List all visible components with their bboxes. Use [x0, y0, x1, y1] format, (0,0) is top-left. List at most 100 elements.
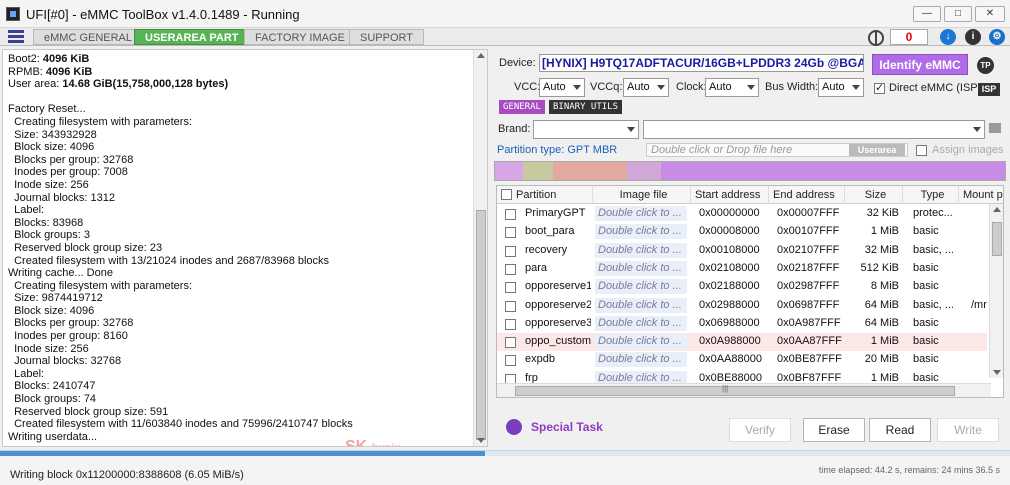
row-checkbox[interactable]: [505, 337, 516, 349]
clock-select[interactable]: Auto: [705, 78, 759, 97]
table-row[interactable]: opporeserve3 Double click to ... 0x0698800…: [497, 315, 987, 333]
brand-select[interactable]: [533, 120, 639, 139]
table-vscrollbar[interactable]: [989, 204, 1003, 378]
log-line: Reserved block group size: 23: [8, 241, 163, 254]
log-key: Boot2:: [8, 53, 43, 65]
scroll-thumb[interactable]: [476, 210, 486, 440]
log-scrollbar[interactable]: [473, 50, 487, 446]
gear-icon[interactable]: ⚙: [989, 29, 1005, 45]
partition-type-label: Partition type: GPT MBR: [497, 144, 618, 156]
row-checkbox[interactable]: [505, 318, 516, 330]
log-line: Inodes per group: 7008: [8, 166, 128, 179]
cell-image-file[interactable]: Double click to ...: [595, 352, 687, 368]
cell-image-file[interactable]: Double click to ...: [595, 224, 687, 240]
col-end-address[interactable]: End address: [769, 186, 845, 204]
tab-factory-image[interactable]: FACTORY IMAGE: [244, 29, 356, 45]
scroll-thumb[interactable]: [992, 222, 1002, 256]
vccq-select[interactable]: Auto: [623, 78, 669, 97]
vcc-select[interactable]: Auto: [539, 78, 585, 97]
col-partition[interactable]: Partition: [497, 186, 593, 204]
scroll-down-icon[interactable]: [993, 370, 1001, 375]
cell-image-file[interactable]: Double click to ...: [595, 260, 687, 276]
table-row[interactable]: opporeserve1 Double click to ... 0x0218800…: [497, 278, 987, 296]
write-button[interactable]: Write: [937, 418, 999, 442]
info-icon[interactable]: i: [965, 29, 981, 45]
cell-end-address: 0x02107FFF: [777, 243, 840, 256]
col-size[interactable]: Size: [845, 186, 903, 204]
maximize-button[interactable]: □: [944, 6, 972, 22]
read-button[interactable]: Read: [869, 418, 931, 442]
table-row[interactable]: para Double click to ... 0x02108000 0x02187…: [497, 260, 987, 278]
erase-button[interactable]: Erase: [803, 418, 865, 442]
minimize-button[interactable]: —: [913, 6, 941, 22]
cell-image-file[interactable]: Double click to ...: [595, 315, 687, 331]
cell-type: basic, ...: [913, 298, 954, 311]
table-row[interactable]: oppo_custom Double click to ... 0x0A988000…: [497, 333, 987, 352]
cell-image-file[interactable]: Double click to ...: [595, 279, 687, 295]
log-line: Block size: 4096: [8, 304, 95, 317]
col-type[interactable]: Type: [903, 186, 959, 204]
cell-image-file[interactable]: Double click to ...: [595, 334, 687, 350]
col-mount-point[interactable]: Mount p: [959, 186, 1003, 204]
cell-type: basic: [913, 225, 939, 238]
tp-icon[interactable]: TP: [977, 57, 994, 74]
cell-partition: opporeserve2: [525, 298, 591, 311]
cell-end-address: 0x0A987FFF: [777, 316, 841, 329]
table-row[interactable]: expdb Double click to ... 0x0AA88000 0x0BE8…: [497, 351, 987, 369]
globe-icon[interactable]: [868, 30, 884, 46]
assign-images-checkbox[interactable]: [916, 145, 927, 156]
row-checkbox[interactable]: [505, 282, 516, 294]
row-checkbox[interactable]: [505, 355, 516, 367]
row-checkbox[interactable]: [505, 300, 516, 312]
close-button[interactable]: ✕: [975, 6, 1005, 22]
scroll-thumb[interactable]: |||: [515, 384, 955, 396]
log-line: Blocks: 2410747: [8, 380, 96, 393]
partition-segment[interactable]: [553, 162, 627, 180]
col-start-address[interactable]: Start address: [691, 186, 769, 204]
userarea-badge: Userarea: [849, 144, 905, 156]
direct-emmc-checkbox[interactable]: [874, 81, 885, 94]
row-checkbox[interactable]: [505, 263, 516, 275]
subtab-general[interactable]: GENERAL: [499, 100, 545, 114]
cell-start-address: 0x0AA88000: [699, 353, 762, 366]
partition-segment[interactable]: [627, 162, 661, 180]
tab-emmc-general[interactable]: eMMC GENERAL: [33, 29, 144, 45]
select-all-checkbox[interactable]: [501, 189, 512, 200]
partition-table[interactable]: Partition Image file Start address End a…: [496, 185, 1004, 398]
table-header: Partition Image file Start address End a…: [497, 186, 1003, 204]
model-select[interactable]: [643, 120, 985, 139]
table-row[interactable]: boot_para Double click to ... 0x00008000 0x…: [497, 223, 987, 241]
partition-segment[interactable]: [523, 162, 553, 180]
special-task-button[interactable]: Special Task: [531, 420, 603, 434]
partition-segment[interactable]: [495, 162, 523, 180]
scroll-down-icon[interactable]: [477, 438, 485, 443]
cell-image-file[interactable]: Double click to ...: [595, 206, 687, 221]
table-row[interactable]: recovery Double click to ... 0x00108000 0x0…: [497, 242, 987, 260]
cell-partition: expdb: [525, 353, 555, 366]
tab-support[interactable]: SUPPORT: [349, 29, 424, 45]
tab-userarea-part[interactable]: USERAREA PART: [134, 29, 250, 45]
partition-map-bar[interactable]: [494, 161, 1006, 181]
cell-image-file[interactable]: Double click to ...: [595, 297, 687, 313]
subtab-binary-utils[interactable]: BINARY UTILS: [549, 100, 623, 114]
col-image-file[interactable]: Image file: [593, 186, 691, 204]
folder-icon[interactable]: [989, 123, 1001, 133]
row-checkbox[interactable]: [505, 209, 516, 220]
scroll-up-icon[interactable]: [477, 53, 485, 58]
row-checkbox[interactable]: [505, 227, 516, 239]
bus-width-select[interactable]: Auto: [818, 78, 864, 97]
table-hscrollbar[interactable]: |||: [497, 383, 991, 397]
row-checkbox[interactable]: [505, 245, 516, 257]
device-field[interactable]: [HYNIX] H9TQ17ADFTACUR/16GB+LPDDR3 24Gb …: [539, 54, 864, 72]
table-row[interactable]: PrimaryGPT Double click to ... 0x00000000 0…: [497, 205, 987, 223]
table-row[interactable]: opporeserve2 Double click to ... 0x0298800…: [497, 297, 987, 315]
scroll-up-icon[interactable]: [993, 207, 1001, 212]
identify-emmc-button[interactable]: Identify eMMC: [872, 54, 968, 75]
chevron-down-icon: [657, 85, 665, 90]
hamburger-menu-icon[interactable]: [8, 30, 24, 44]
verify-button[interactable]: Verify: [729, 418, 791, 442]
cell-image-file[interactable]: Double click to ...: [595, 242, 687, 258]
download-icon[interactable]: ↓: [940, 29, 956, 45]
special-task-icon[interactable]: [506, 419, 522, 435]
log-panel[interactable]: Boot2: 4096 KiB RPMB: 4096 KiB User area: …: [2, 49, 488, 447]
